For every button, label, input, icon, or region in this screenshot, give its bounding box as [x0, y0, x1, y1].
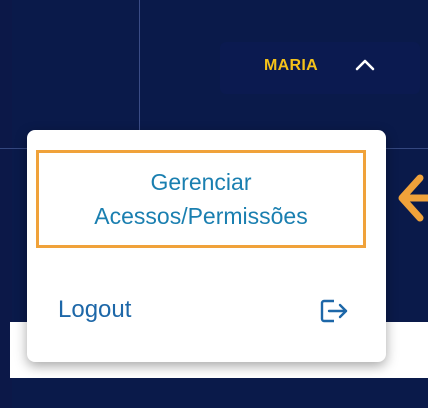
- user-menu-area[interactable]: [220, 42, 420, 94]
- header-divider-vertical: [139, 0, 140, 130]
- logout-label: Logout: [58, 296, 132, 323]
- manage-access-permissions-item[interactable]: Gerenciar Acessos/Permissões: [36, 150, 366, 248]
- user-name[interactable]: MARIA: [264, 57, 318, 75]
- user-dropdown-menu: Gerenciar Acessos/Permissões Logout: [27, 130, 386, 362]
- left-arrow-icon: [398, 174, 428, 222]
- manage-access-label-line1: Gerenciar: [150, 169, 252, 195]
- chevron-up-icon[interactable]: [354, 56, 376, 72]
- manage-access-label-line2: Acessos/Permissões: [94, 203, 308, 229]
- logout-item[interactable]: Logout: [27, 288, 386, 332]
- logout-icon: [320, 299, 348, 323]
